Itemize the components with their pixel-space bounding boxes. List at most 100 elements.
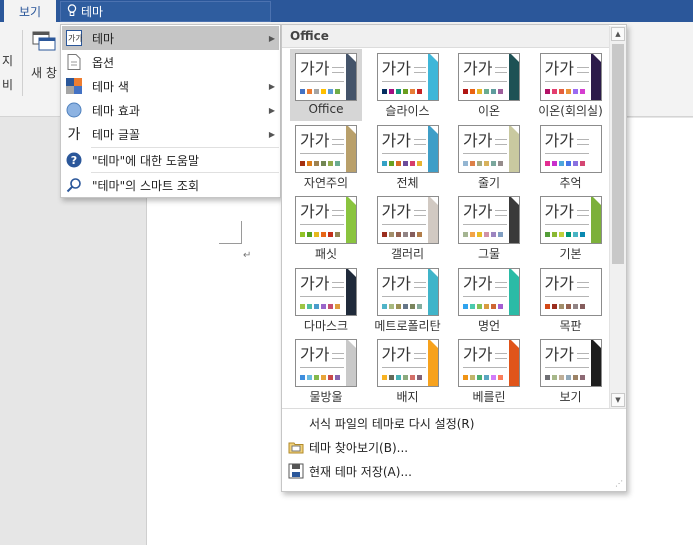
save-theme-button[interactable]: 현재 테마 저장(A)...	[283, 459, 623, 483]
menu-item-options[interactable]: 옵션	[62, 50, 279, 74]
menu-item-theme-effects[interactable]: 테마 효과 ▶	[62, 98, 279, 122]
menu-item-theme[interactable]: 가가 테마 ▶	[62, 26, 279, 50]
gallery-divider	[282, 408, 626, 409]
theme-sample-text: 가가	[463, 59, 493, 78]
scrollbar-thumb[interactable]	[612, 44, 624, 264]
palette-swatch	[307, 160, 312, 166]
gallery-scrollbar[interactable]: ▲ ▼	[609, 26, 626, 408]
menu-item-label: 테마 글꼴	[92, 127, 140, 142]
theme-sample-text: 가가	[463, 130, 493, 150]
palette-swatch	[491, 160, 496, 166]
theme-option[interactable]: 가가 추억	[535, 121, 607, 193]
theme-option[interactable]: 가가 물방울	[290, 335, 362, 407]
tab-view[interactable]: 보기	[4, 0, 56, 22]
theme-option[interactable]: 가가 줄기	[453, 121, 525, 193]
theme-option[interactable]: 가가 메트로폴리탄	[372, 264, 444, 336]
theme-sample-text: 가가	[544, 345, 574, 364]
theme-thumbnail: 가가	[539, 53, 602, 101]
reset-theme-button[interactable]: 서식 파일의 테마로 다시 설정(R)	[283, 411, 623, 435]
ribbon-fragment-2: 비	[2, 78, 14, 92]
palette-swatch	[470, 303, 475, 309]
menu-item-label: 테마	[92, 31, 115, 46]
theme-option[interactable]: 가가 패싯	[290, 192, 362, 264]
palette-swatch	[484, 303, 489, 309]
theme-option[interactable]: 가가슬라이스	[372, 49, 444, 121]
theme-thumbnail: 가가	[295, 267, 357, 316]
theme-option[interactable]: 가가 배지	[372, 335, 444, 407]
palette-swatch	[498, 232, 503, 237]
theme-thumbnail: 가가	[295, 196, 357, 244]
theme-option[interactable]: 가가 베를린	[453, 335, 525, 407]
page-fold-icon	[592, 268, 601, 277]
theme-text-line	[381, 224, 426, 225]
theme-text-line	[332, 143, 344, 145]
palette-swatch	[572, 375, 578, 380]
theme-text-line	[413, 286, 426, 288]
page-fold-icon	[592, 197, 601, 205]
menu-item-theme-colors[interactable]: 테마 색 ▶	[62, 74, 279, 98]
new-window-icon[interactable]	[32, 30, 56, 52]
theme-option[interactable]: 가가 자연주의	[290, 121, 362, 193]
palette-swatch	[498, 89, 503, 94]
theme-option[interactable]: 가가 명언	[453, 264, 525, 336]
menu-item-help[interactable]: ? "테마"에 대한 도움말	[62, 148, 279, 172]
theme-name: 물방울	[309, 390, 343, 404]
menu-item-theme-fonts[interactable]: 가 테마 글꼴 ▶	[62, 122, 279, 146]
palette-swatch	[579, 303, 585, 309]
theme-text-line	[544, 295, 589, 297]
theme-text-line	[413, 358, 426, 359]
theme-text-line	[495, 143, 507, 145]
palette-swatch	[381, 160, 387, 166]
new-window-label[interactable]: 새 창	[31, 64, 57, 81]
palette-swatch	[558, 89, 564, 94]
theme-text-line	[332, 138, 344, 140]
theme-option[interactable]: 가가그물	[453, 192, 525, 264]
theme-option[interactable]: 가가 Office	[290, 49, 362, 121]
palette-swatch	[572, 232, 578, 237]
palette-swatch	[477, 375, 482, 380]
palette-swatch	[328, 303, 333, 309]
submenu-arrow-icon: ▶	[268, 129, 276, 139]
theme-option[interactable]: 가가 보기	[535, 335, 607, 407]
theme-sample-text: 가가	[381, 59, 411, 78]
resize-grip-icon[interactable]: ⋰	[615, 479, 623, 488]
menu-item-smart-lookup[interactable]: "테마"의 스마트 조회	[62, 173, 279, 197]
tell-me-search[interactable]: 테마	[60, 1, 271, 22]
theme-thumbnail: 가가	[539, 124, 602, 173]
palette-swatch	[498, 303, 503, 309]
palette-swatch	[409, 89, 415, 94]
palette-swatch	[558, 375, 564, 380]
palette-swatch	[579, 375, 585, 380]
theme-text-line	[332, 210, 344, 211]
scroll-up-icon[interactable]: ▲	[611, 27, 625, 41]
palette-swatch	[463, 303, 468, 309]
theme-name: 그물	[477, 247, 501, 261]
theme-option[interactable]: 가가 기본	[535, 192, 607, 264]
theme-option[interactable]: 가가 다마스크	[290, 264, 362, 336]
palette-swatch	[579, 160, 585, 166]
theme-option[interactable]: 가가 갤러리	[372, 192, 444, 264]
theme-option[interactable]: 가가 전체	[372, 121, 444, 193]
palette-swatch	[477, 160, 482, 166]
palette-swatch	[463, 232, 468, 237]
theme-text-line	[381, 367, 426, 368]
palette-swatch	[300, 375, 305, 380]
palette-swatch	[463, 160, 468, 166]
page-fold-icon	[429, 54, 438, 62]
theme-text-line	[495, 281, 507, 283]
theme-name: 슬라이스	[385, 104, 430, 118]
theme-option[interactable]: 가가 목판	[535, 264, 607, 336]
theme-thumbnail: 가가	[376, 196, 439, 244]
scroll-down-icon[interactable]: ▼	[611, 393, 625, 407]
tell-me-text: 테마	[81, 5, 104, 19]
theme-option[interactable]: 가가 이온	[453, 49, 525, 121]
palette-swatch	[491, 375, 496, 380]
theme-sample-text: 가가	[300, 130, 330, 150]
palette-swatch	[381, 375, 387, 380]
palette-swatch	[416, 89, 422, 94]
browse-themes-button[interactable]: 테마 찾아보기(B)...	[283, 435, 623, 459]
theme-option[interactable]: 가가 이온(회의실)	[535, 49, 607, 121]
theme-sample-text: 가가	[463, 202, 493, 221]
theme-text-line	[300, 152, 344, 154]
palette-swatch	[314, 89, 319, 94]
